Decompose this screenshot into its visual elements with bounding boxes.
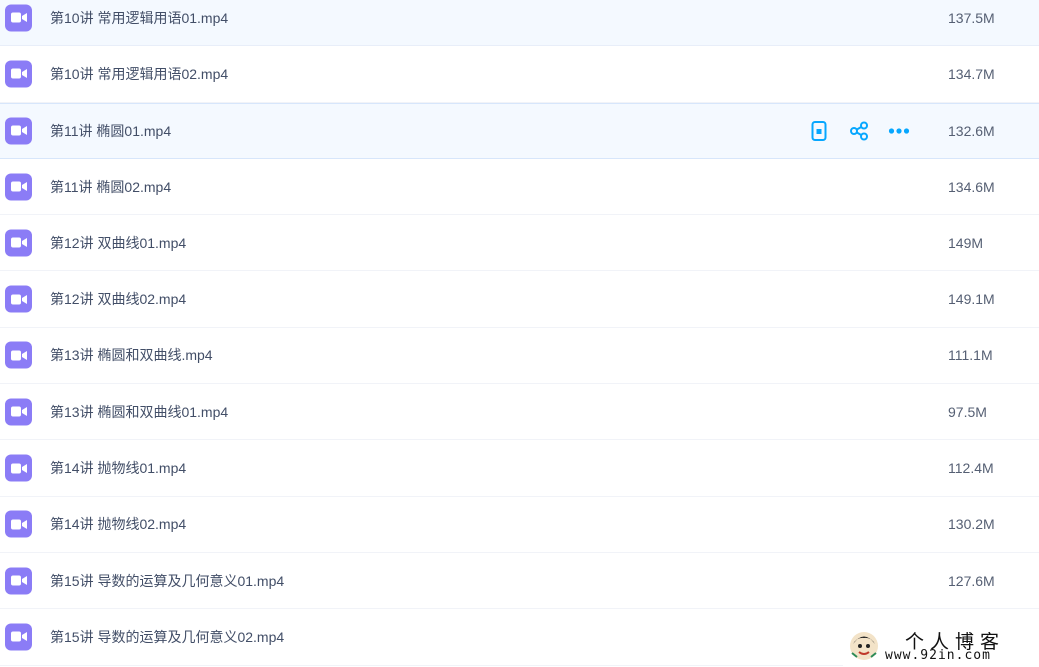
file-row[interactable]: 第14讲 抛物线01.mp4 112.4M — [0, 440, 1039, 497]
file-size: 111.1M — [948, 347, 993, 364]
video-file-icon — [5, 623, 32, 651]
video-file-icon — [5, 117, 32, 145]
video-file-icon — [5, 341, 32, 369]
file-name[interactable]: 第15讲 导数的运算及几何意义01.mp4 — [50, 571, 284, 591]
file-row[interactable]: 第14讲 抛物线02.mp4 130.2M — [0, 497, 1039, 553]
video-file-icon — [5, 454, 32, 482]
file-name[interactable]: 第14讲 抛物线01.mp4 — [50, 458, 186, 478]
file-name[interactable]: 第13讲 椭圆和双曲线01.mp4 — [50, 402, 228, 422]
file-row[interactable]: 第10讲 常用逻辑用语01.mp4 137.5M — [0, 0, 1039, 47]
file-size: 149M — [948, 234, 984, 251]
file-name[interactable]: 第12讲 双曲线02.mp4 — [50, 289, 186, 309]
file-size: 137.5M — [948, 9, 995, 26]
file-name[interactable]: 第14讲 抛物线02.mp4 — [50, 514, 186, 534]
file-row-hovered[interactable]: 第11讲 椭圆01.mp4 132.6M — [0, 102, 1039, 159]
video-file-icon — [5, 398, 32, 426]
file-size: 134.6M — [948, 178, 995, 195]
file-row[interactable]: 第10讲 常用逻辑用语02.mp4 134.7M — [0, 46, 1039, 103]
file-name[interactable]: 第10讲 常用逻辑用语01.mp4 — [50, 8, 228, 28]
file-list: 第10讲 常用逻辑用语01.mp4 137.5M 第10讲 常用逻辑用语02.m… — [0, 0, 1039, 666]
file-size: 130.2M — [948, 516, 995, 533]
video-file-icon — [5, 510, 32, 538]
video-file-icon — [5, 4, 32, 32]
file-name[interactable]: 第11讲 椭圆01.mp4 — [50, 121, 171, 141]
blog-logo-icon — [850, 632, 878, 660]
phone-icon[interactable] — [808, 120, 830, 142]
file-row[interactable]: 第12讲 双曲线02.mp4 149.1M — [0, 271, 1039, 328]
file-size: 132.6M — [948, 122, 995, 139]
file-name[interactable]: 第10讲 常用逻辑用语02.mp4 — [50, 64, 228, 84]
file-size: 97.5M — [948, 403, 987, 420]
video-file-icon — [5, 60, 32, 88]
video-file-icon — [5, 567, 32, 595]
watermark-url: www.92in.com — [885, 648, 991, 663]
video-file-icon — [5, 173, 32, 201]
more-icon[interactable] — [888, 120, 910, 142]
share-icon[interactable] — [848, 120, 870, 142]
file-row[interactable]: 第13讲 椭圆和双曲线01.mp4 97.5M — [0, 384, 1039, 441]
file-name[interactable]: 第12讲 双曲线01.mp4 — [50, 233, 186, 253]
row-actions — [808, 120, 910, 142]
file-size: 127.6M — [948, 572, 995, 589]
file-row[interactable]: 第12讲 双曲线01.mp4 149M — [0, 215, 1039, 272]
file-name[interactable]: 第13讲 椭圆和双曲线.mp4 — [50, 345, 213, 365]
file-size: 134.7M — [948, 65, 995, 82]
file-row[interactable]: 第15讲 导数的运算及几何意义01.mp4 127.6M — [0, 553, 1039, 610]
site-watermark: 个人博客 www.92in.com — [843, 626, 1039, 667]
file-size: 112.4M — [948, 460, 994, 477]
file-name[interactable]: 第15讲 导数的运算及几何意义02.mp4 — [50, 627, 284, 647]
file-row[interactable]: 第13讲 椭圆和双曲线.mp4 111.1M — [0, 328, 1039, 385]
file-row[interactable]: 第11讲 椭圆02.mp4 134.6M — [0, 159, 1039, 216]
video-file-icon — [5, 229, 32, 257]
file-name[interactable]: 第11讲 椭圆02.mp4 — [50, 177, 171, 197]
file-size: 149.1M — [948, 291, 995, 308]
video-file-icon — [5, 285, 32, 313]
